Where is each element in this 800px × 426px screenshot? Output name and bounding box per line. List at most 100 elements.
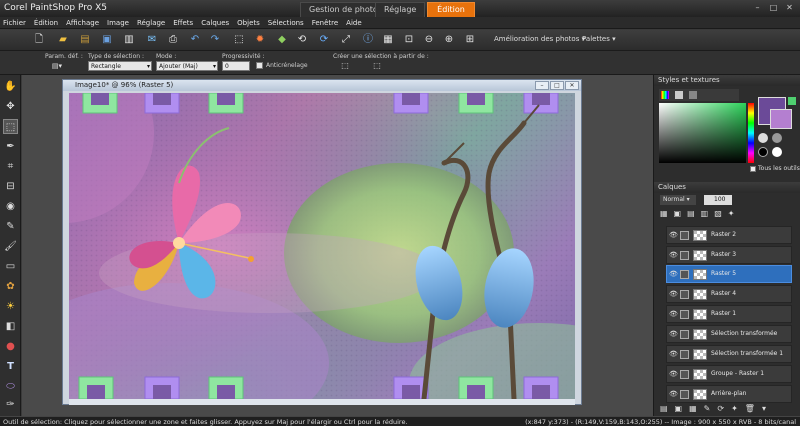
layer-row[interactable]: 👁 Arrière-plan bbox=[666, 385, 792, 403]
pattern-icon[interactable] bbox=[772, 133, 782, 143]
layer-lock-icon[interactable] bbox=[680, 390, 689, 399]
layer-row[interactable]: 👁 Raster 4 bbox=[666, 285, 792, 303]
tab-edit[interactable]: Édition bbox=[427, 2, 475, 17]
minimize-icon[interactable]: – bbox=[751, 2, 764, 13]
layer-lock-icon[interactable] bbox=[680, 370, 689, 379]
selection-type-select[interactable]: Rectangle bbox=[88, 61, 152, 71]
layer-lock-icon[interactable] bbox=[680, 251, 689, 260]
gear-icon[interactable]: ✹ bbox=[253, 33, 267, 47]
layer-row[interactable]: 👁 Raster 2 bbox=[666, 226, 792, 244]
layer-lock-icon[interactable] bbox=[680, 290, 689, 299]
layer-row-selected[interactable]: 👁 Raster 5 bbox=[666, 265, 792, 283]
layer-row[interactable]: 👁 Groupe - Raster 1 bbox=[666, 365, 792, 383]
image-minimize-icon[interactable]: – bbox=[535, 81, 549, 90]
gradient-icon[interactable]: ▭ bbox=[3, 259, 18, 274]
image-canvas[interactable] bbox=[69, 93, 575, 399]
brighten-icon[interactable]: ☀ bbox=[3, 299, 18, 314]
visibility-icon[interactable]: 👁 bbox=[669, 251, 678, 259]
menu-selections[interactable]: Sélections bbox=[268, 19, 304, 27]
layer-lock-icon[interactable] bbox=[680, 231, 689, 240]
visibility-icon[interactable]: 👁 bbox=[669, 270, 678, 278]
image-close-icon[interactable]: ✕ bbox=[565, 81, 579, 90]
menu-layers[interactable]: Calques bbox=[201, 19, 229, 27]
straighten-icon[interactable]: ⊟ bbox=[3, 179, 18, 194]
undo-icon[interactable]: ↶ bbox=[188, 33, 202, 47]
menu-file[interactable]: Fichier bbox=[3, 19, 26, 27]
redo-icon[interactable]: ↷ bbox=[208, 33, 222, 47]
print-icon[interactable]: ⎙ bbox=[166, 33, 180, 47]
swap-colors-icon[interactable] bbox=[788, 97, 796, 105]
pen-tool-icon[interactable]: ✑ bbox=[3, 397, 18, 412]
menu-objects[interactable]: Objets bbox=[237, 19, 260, 27]
mode-select[interactable]: Ajouter (Maj) bbox=[156, 61, 218, 71]
open-folder-icon[interactable]: ▰ bbox=[56, 33, 70, 47]
visibility-icon[interactable]: 👁 bbox=[669, 310, 678, 318]
selection-tool-icon[interactable]: ⬚ bbox=[3, 119, 18, 134]
blend-mode-select[interactable]: Normal ▾ bbox=[660, 195, 696, 205]
maximize-icon[interactable]: □ bbox=[767, 2, 780, 13]
red-eye-icon[interactable]: ◉ bbox=[3, 199, 18, 214]
color-picker[interactable] bbox=[659, 103, 746, 163]
visibility-icon[interactable]: 👁 bbox=[669, 370, 678, 378]
shape-tool-icon[interactable]: ⬭ bbox=[3, 379, 18, 394]
texture-icon[interactable] bbox=[758, 133, 768, 143]
hue-slider[interactable] bbox=[748, 103, 754, 163]
close-icon[interactable]: ✕ bbox=[783, 2, 796, 13]
pick-tool-icon[interactable]: ✥ bbox=[3, 99, 18, 114]
palettes-menu[interactable]: Palettes ▾ bbox=[582, 35, 616, 43]
info-icon[interactable]: ⓘ bbox=[361, 33, 375, 47]
crop-icon[interactable]: ⬚ bbox=[232, 33, 246, 47]
layer-row[interactable]: 👁 Raster 3 bbox=[666, 246, 792, 264]
image-maximize-icon[interactable]: □ bbox=[550, 81, 564, 90]
presets-dropdown-icon[interactable]: ▤▾ bbox=[50, 61, 64, 71]
color-tabs[interactable] bbox=[659, 89, 739, 101]
layer-actions-row[interactable]: ▤▣▦✎⟳✦🗑▾ bbox=[660, 404, 796, 414]
background-swatch[interactable] bbox=[770, 109, 792, 129]
zoom-out-icon[interactable]: ⊖ bbox=[422, 33, 436, 47]
layer-row[interactable]: 👁 Raster 1 bbox=[666, 305, 792, 323]
fill-icon[interactable]: ◧ bbox=[3, 319, 18, 334]
pan-tool-icon[interactable]: ✋ bbox=[3, 79, 18, 94]
browse-icon[interactable]: ▤ bbox=[78, 33, 92, 47]
rotate-left-icon[interactable]: ⟲ bbox=[295, 33, 309, 47]
layer-lock-icon[interactable] bbox=[680, 310, 689, 319]
white-swatch[interactable] bbox=[772, 147, 782, 157]
visibility-icon[interactable]: 👁 bbox=[669, 350, 678, 358]
save-icon[interactable]: ▣ bbox=[100, 33, 114, 47]
menu-view[interactable]: Affichage bbox=[66, 19, 99, 27]
tab-adjust[interactable]: Réglage bbox=[375, 2, 426, 17]
layer-tools-row[interactable]: ▦▣▤▥▧✦ bbox=[660, 209, 770, 221]
zoom-100-icon[interactable]: ⊞ bbox=[463, 33, 477, 47]
black-swatch[interactable] bbox=[758, 147, 768, 157]
select-none-icon[interactable]: ⬚ bbox=[372, 61, 382, 71]
layer-lock-icon[interactable] bbox=[680, 350, 689, 359]
flood-fill-icon[interactable]: ● bbox=[3, 339, 18, 354]
antialias-checkbox[interactable] bbox=[256, 62, 263, 69]
clone-icon[interactable]: ✎ bbox=[3, 219, 18, 234]
zoom-fit-icon[interactable]: ⊡ bbox=[402, 33, 416, 47]
photo-enhance-menu[interactable]: Amélioration des photos ▾ bbox=[494, 35, 585, 43]
new-file-icon[interactable]: 🗋 bbox=[32, 33, 46, 47]
all-tools-checkbox[interactable] bbox=[750, 166, 756, 172]
visibility-icon[interactable]: 👁 bbox=[669, 330, 678, 338]
dropper-icon[interactable]: ✒ bbox=[3, 139, 18, 154]
grid-icon[interactable]: ▦ bbox=[381, 33, 395, 47]
layer-row[interactable]: 👁 Sélection transformée bbox=[666, 325, 792, 343]
retouch-icon[interactable]: ✿ bbox=[3, 279, 18, 294]
layer-row[interactable]: 👁 Sélection transformée 1 bbox=[666, 345, 792, 363]
menu-edit[interactable]: Édition bbox=[34, 19, 58, 27]
menu-effects[interactable]: Effets bbox=[173, 19, 193, 27]
crop-tool-icon[interactable]: ⌗ bbox=[3, 159, 18, 174]
save-as-icon[interactable]: ▥ bbox=[122, 33, 136, 47]
menu-image[interactable]: Image bbox=[107, 19, 129, 27]
visibility-icon[interactable]: 👁 bbox=[669, 290, 678, 298]
paint-brush-icon[interactable]: 🖌 bbox=[3, 239, 18, 254]
enhance-icon[interactable]: ◆ bbox=[275, 33, 289, 47]
opacity-input[interactable]: 100 bbox=[704, 195, 732, 205]
email-icon[interactable]: ✉ bbox=[145, 33, 159, 47]
menu-window[interactable]: Fenêtre bbox=[312, 19, 338, 27]
menu-help[interactable]: Aide bbox=[346, 19, 361, 27]
rotate-right-icon[interactable]: ⟳ bbox=[317, 33, 331, 47]
visibility-icon[interactable]: 👁 bbox=[669, 231, 678, 239]
select-all-icon[interactable]: ⬚ bbox=[340, 61, 350, 71]
